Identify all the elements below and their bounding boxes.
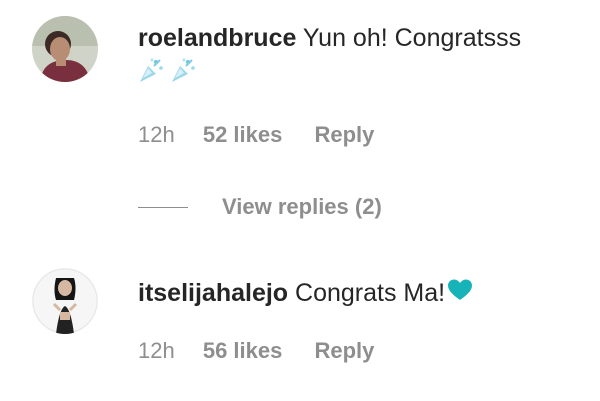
party-popper-icon xyxy=(168,56,196,91)
comment-meta: 12h 52 likes Reply xyxy=(138,121,374,149)
comment-1: roelandbruce Yun oh! Congratsss 12h 52 l… xyxy=(0,0,600,240)
replies-divider xyxy=(138,207,188,208)
reply-button[interactable]: Reply xyxy=(314,121,374,149)
avatar[interactable] xyxy=(32,268,98,334)
username[interactable]: roelandbruce xyxy=(138,24,296,52)
party-popper-icon xyxy=(136,56,164,91)
emoji-group xyxy=(136,56,196,90)
comment-text: itselijahalejo Congrats Ma! xyxy=(138,277,473,310)
timestamp[interactable]: 12h xyxy=(138,337,175,365)
teal-heart-icon xyxy=(447,278,473,310)
likes-count[interactable]: 52 likes xyxy=(203,121,283,149)
comment-message: Yun oh! Congratsss xyxy=(302,24,522,52)
comment-text: roelandbruce Yun oh! Congratsss xyxy=(138,22,521,54)
likes-count[interactable]: 56 likes xyxy=(203,337,283,365)
timestamp[interactable]: 12h xyxy=(138,121,175,149)
comment-message: Congrats Ma! xyxy=(295,279,446,307)
view-replies-button[interactable]: View replies (2) xyxy=(222,193,382,221)
comment-2: itselijahalejo Congrats Ma! 12h 56 likes… xyxy=(0,240,600,401)
avatar[interactable] xyxy=(32,16,98,82)
reply-button[interactable]: Reply xyxy=(314,337,374,365)
username[interactable]: itselijahalejo xyxy=(138,279,288,307)
comment-meta: 12h 56 likes Reply xyxy=(138,337,374,365)
